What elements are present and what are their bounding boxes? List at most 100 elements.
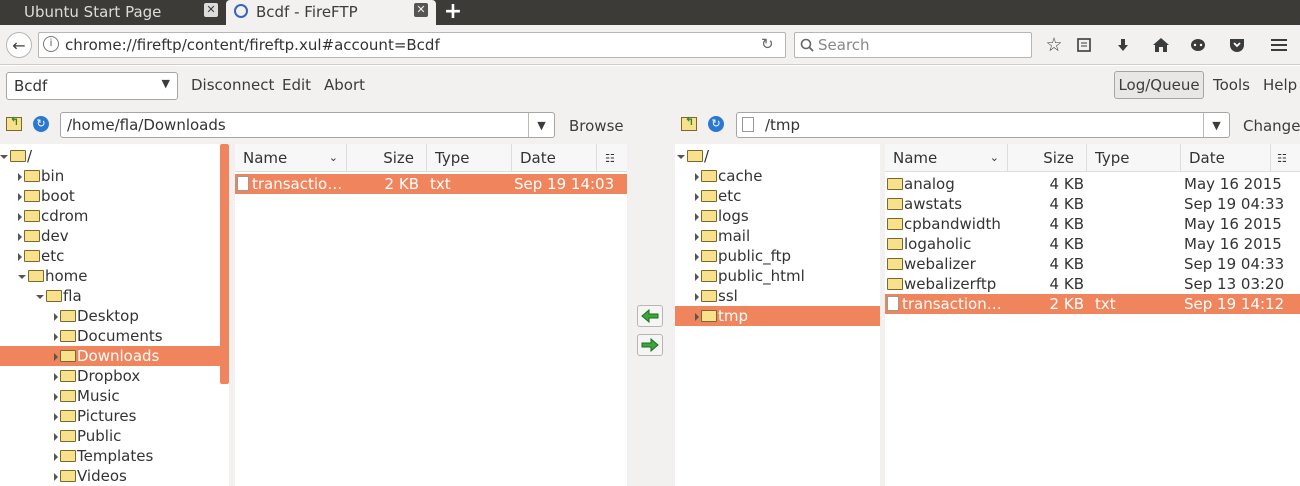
log-queue-button[interactable]: Log/Queue bbox=[1114, 71, 1204, 99]
tree-item[interactable]: Desktop bbox=[0, 306, 220, 326]
collapsed-arrow-icon[interactable] bbox=[695, 212, 699, 221]
reading-list-icon[interactable] bbox=[1071, 32, 1097, 58]
tree-item[interactable]: / bbox=[0, 146, 220, 166]
browse-button[interactable]: Browse bbox=[569, 117, 624, 135]
local-file-list[interactable]: Name ⌄ Size Type Date ☷ transactio… 2 KB tx… bbox=[235, 144, 627, 486]
file-row[interactable]: webalizerftp 4 KB Sep 13 03:20 bbox=[885, 274, 1300, 294]
tree-item[interactable]: Music bbox=[0, 386, 220, 406]
collapsed-arrow-icon[interactable] bbox=[695, 312, 699, 321]
file-row[interactable]: analog 4 KB May 16 2015 bbox=[885, 174, 1300, 194]
menu-icon[interactable] bbox=[1266, 32, 1292, 58]
collapsed-arrow-icon[interactable] bbox=[54, 372, 58, 381]
tree-item[interactable]: mail bbox=[675, 226, 880, 246]
collapsed-arrow-icon[interactable] bbox=[54, 452, 58, 461]
local-parent-folder-icon[interactable]: ↰ bbox=[6, 115, 22, 131]
download-arrow-button[interactable] bbox=[637, 334, 663, 356]
column-picker-icon[interactable]: ☷ bbox=[605, 152, 615, 165]
collapsed-arrow-icon[interactable] bbox=[54, 412, 58, 421]
collapsed-arrow-icon[interactable] bbox=[18, 172, 22, 181]
change-button[interactable]: Change bbox=[1243, 117, 1300, 135]
expanded-arrow-icon[interactable] bbox=[677, 154, 685, 159]
tree-item[interactable]: logs bbox=[675, 206, 880, 226]
abort-button[interactable]: Abort bbox=[324, 76, 365, 94]
remote-parent-folder-icon[interactable]: ↰ bbox=[681, 115, 697, 131]
file-row[interactable]: transactio… 2 KB txt Sep 19 14:03 bbox=[235, 174, 627, 194]
close-tab-icon[interactable]: ✕ bbox=[414, 3, 428, 17]
local-path-field[interactable]: /home/fla/Downloads ▼ bbox=[60, 112, 555, 138]
tab-fireftp[interactable]: Bcdf - FireFTP ✕ bbox=[226, 0, 436, 25]
collapsed-arrow-icon[interactable] bbox=[695, 292, 699, 301]
download-icon[interactable] bbox=[1110, 32, 1136, 58]
collapsed-arrow-icon[interactable] bbox=[54, 472, 58, 481]
remote-file-list[interactable]: Name ⌄ Size Type Date ☷ analog 4 KB May 16 … bbox=[885, 144, 1300, 486]
collapsed-arrow-icon[interactable] bbox=[695, 272, 699, 281]
collapsed-arrow-icon[interactable] bbox=[54, 432, 58, 441]
tree-item[interactable]: cache bbox=[675, 166, 880, 186]
chevron-down-icon[interactable]: ▼ bbox=[1203, 113, 1229, 137]
info-icon[interactable]: i bbox=[43, 36, 59, 52]
tree-item[interactable]: home bbox=[0, 266, 220, 286]
tab-ubuntu-start-page[interactable]: Ubuntu Start Page ✕ bbox=[0, 0, 222, 25]
tree-item[interactable]: public_ftp bbox=[675, 246, 880, 266]
tree-item[interactable]: ssl bbox=[675, 286, 880, 306]
star-icon[interactable]: ☆ bbox=[1041, 32, 1067, 58]
close-tab-icon[interactable]: ✕ bbox=[204, 3, 218, 17]
column-header-type[interactable]: Type bbox=[427, 144, 512, 172]
expanded-arrow-icon[interactable] bbox=[18, 274, 26, 279]
tree-item[interactable]: Documents bbox=[0, 326, 220, 346]
tree-item[interactable]: Pictures bbox=[0, 406, 220, 426]
file-row[interactable]: cpbandwidth 4 KB May 16 2015 bbox=[885, 214, 1300, 234]
tree-item[interactable]: / bbox=[675, 146, 880, 166]
collapsed-arrow-icon[interactable] bbox=[54, 332, 58, 341]
help-menu[interactable]: Help bbox=[1263, 76, 1297, 94]
tree-item[interactable]: boot bbox=[0, 186, 220, 206]
tree-item[interactable]: cdrom bbox=[0, 206, 220, 226]
search-field[interactable]: Search bbox=[794, 32, 1032, 58]
tree-item[interactable]: Templates bbox=[0, 446, 220, 466]
collapsed-arrow-icon[interactable] bbox=[18, 232, 22, 241]
collapsed-arrow-icon[interactable] bbox=[695, 172, 699, 181]
local-refresh-icon[interactable]: ↻ bbox=[33, 116, 49, 132]
collapsed-arrow-icon[interactable] bbox=[695, 252, 699, 261]
column-header-name[interactable]: Name ⌄ bbox=[235, 144, 347, 172]
column-header-size[interactable]: Size bbox=[1008, 144, 1087, 172]
tree-item[interactable]: bin bbox=[0, 166, 220, 186]
tree-item[interactable]: fla bbox=[0, 286, 220, 306]
collapsed-arrow-icon[interactable] bbox=[18, 212, 22, 221]
column-header-size[interactable]: Size bbox=[347, 144, 427, 172]
tree-item[interactable]: Videos bbox=[0, 466, 220, 486]
expanded-arrow-icon[interactable] bbox=[36, 294, 44, 299]
tree-item[interactable]: etc bbox=[0, 246, 220, 266]
remote-refresh-icon[interactable]: ↻ bbox=[708, 116, 724, 132]
chat-icon[interactable] bbox=[1185, 32, 1211, 58]
column-header-name[interactable]: Name ⌄ bbox=[885, 144, 1008, 172]
tools-menu[interactable]: Tools bbox=[1213, 76, 1250, 94]
tree-item[interactable]: Dropbox bbox=[0, 366, 220, 386]
back-icon[interactable]: ← bbox=[6, 32, 32, 58]
home-icon[interactable] bbox=[1148, 32, 1174, 58]
file-row[interactable]: awstats 4 KB Sep 19 04:33 bbox=[885, 194, 1300, 214]
tree-item[interactable]: public_html bbox=[675, 266, 880, 286]
column-header-type[interactable]: Type bbox=[1087, 144, 1181, 172]
remote-folder-tree[interactable]: / cache etc logs mail public_ftp public_html ss… bbox=[675, 144, 880, 486]
column-picker-icon[interactable]: ☷ bbox=[1277, 152, 1287, 165]
local-folder-tree[interactable]: / bin boot cdrom dev etc home fla Desktop Documen… bbox=[0, 144, 230, 486]
tree-item[interactable]: Downloads bbox=[0, 346, 220, 366]
edit-button[interactable]: Edit bbox=[282, 76, 311, 94]
collapsed-arrow-icon[interactable] bbox=[54, 312, 58, 321]
tree-item[interactable]: Public bbox=[0, 426, 220, 446]
tree-item[interactable]: dev bbox=[0, 226, 220, 246]
disconnect-button[interactable]: Disconnect bbox=[191, 76, 274, 94]
file-row[interactable]: webalizer 4 KB Sep 19 04:33 bbox=[885, 254, 1300, 274]
collapsed-arrow-icon[interactable] bbox=[54, 392, 58, 401]
local-tree-scrollbar[interactable] bbox=[220, 144, 229, 384]
account-select[interactable]: Bcdf ▼ bbox=[6, 72, 178, 100]
collapsed-arrow-icon[interactable] bbox=[695, 232, 699, 241]
upload-arrow-button[interactable] bbox=[637, 305, 663, 327]
reload-icon[interactable]: ↻ bbox=[761, 35, 774, 53]
new-tab-button[interactable]: + bbox=[442, 0, 464, 25]
column-header-date[interactable]: Date bbox=[1181, 144, 1271, 172]
collapsed-arrow-icon[interactable] bbox=[695, 192, 699, 201]
collapsed-arrow-icon[interactable] bbox=[18, 252, 22, 261]
tree-item[interactable]: etc bbox=[675, 186, 880, 206]
